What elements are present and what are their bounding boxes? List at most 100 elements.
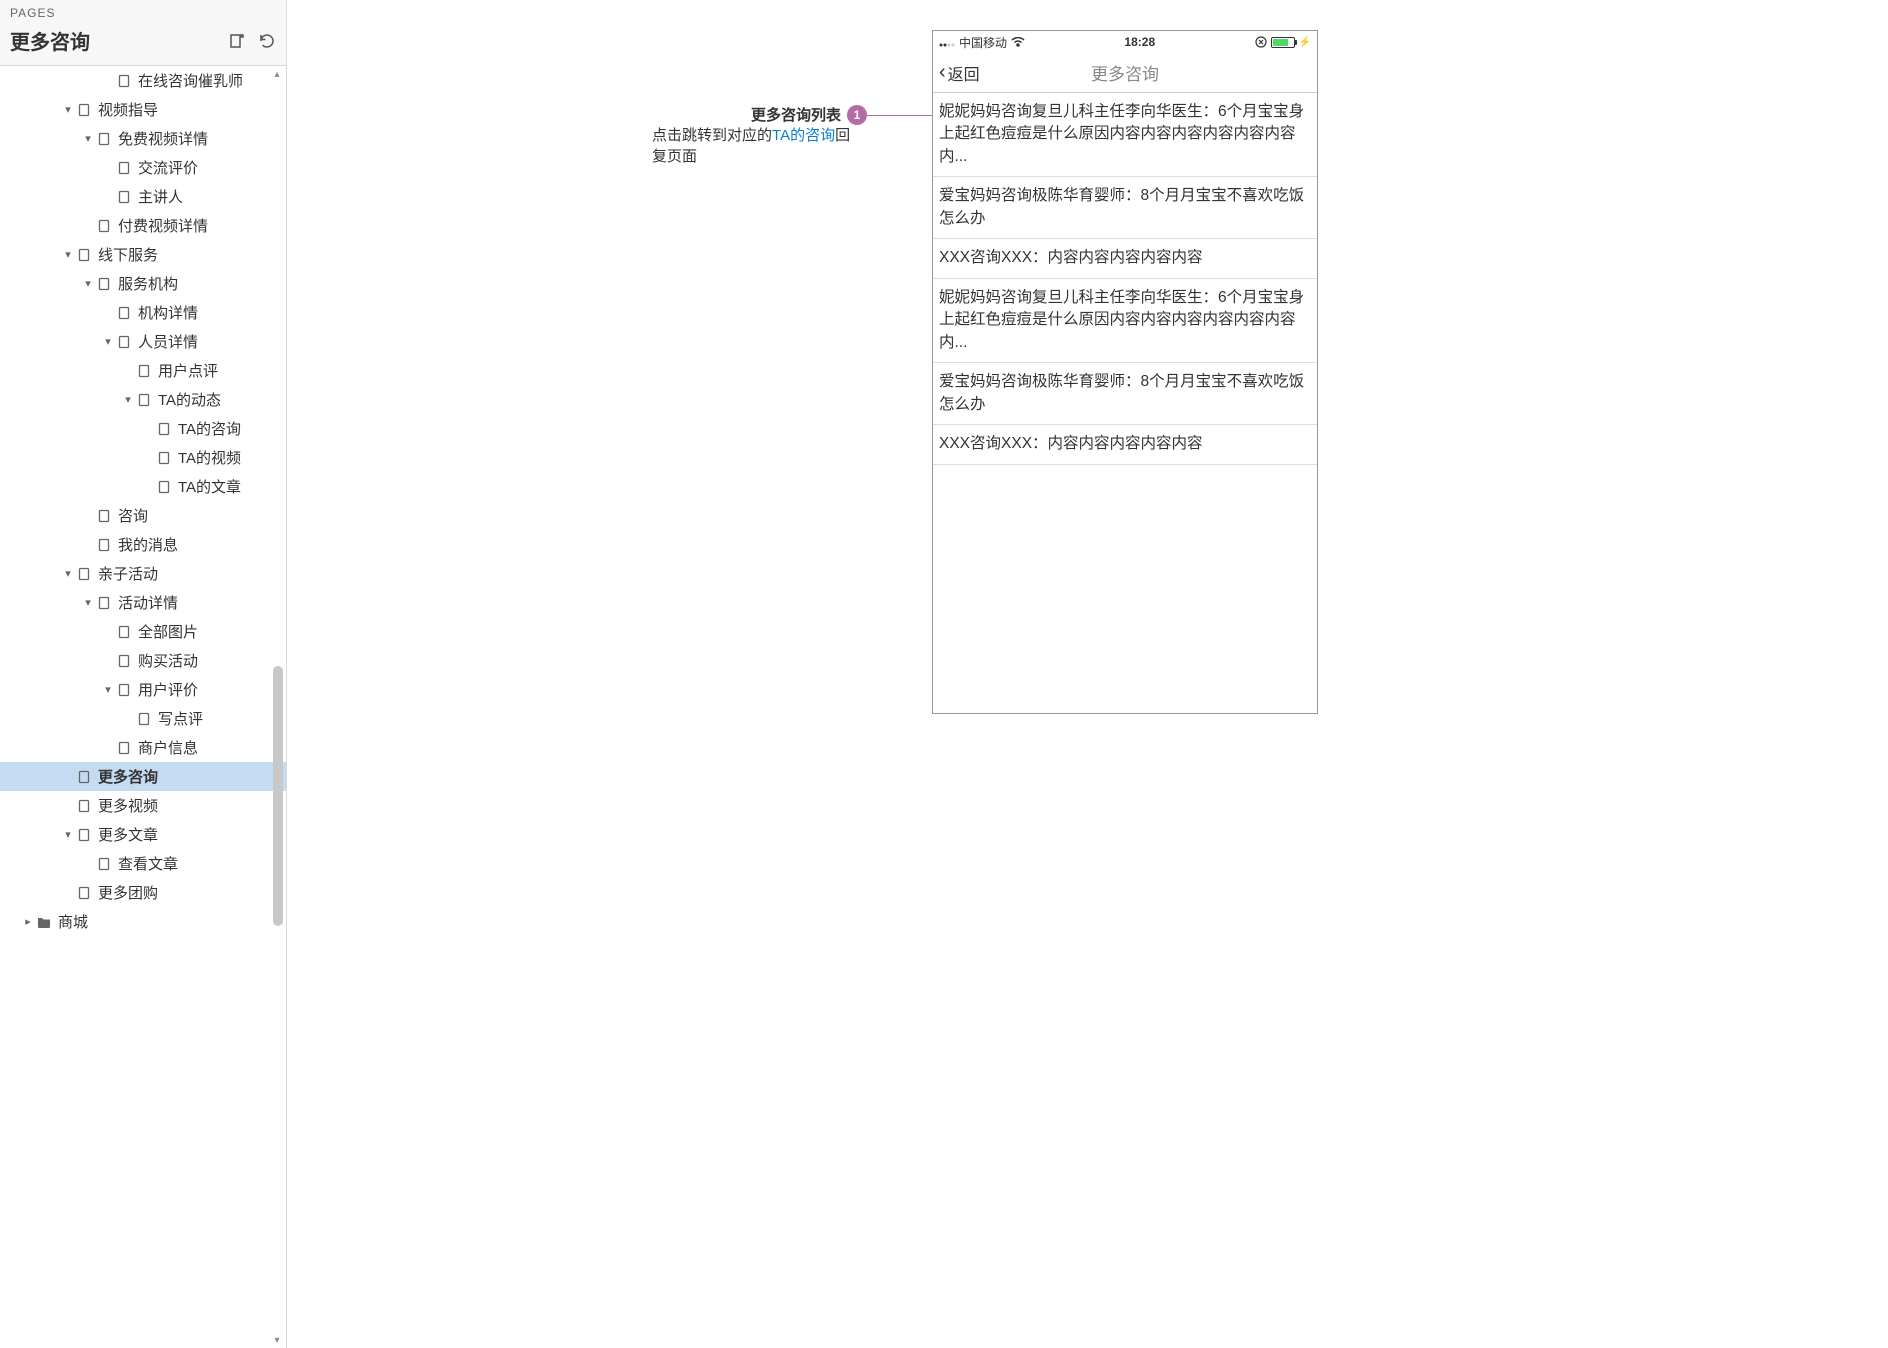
page-icon bbox=[116, 305, 132, 321]
back-button[interactable]: ‹ 返回 bbox=[939, 61, 980, 85]
tree-item[interactable]: ▾人员详情 bbox=[0, 327, 286, 356]
tree-item[interactable]: 全部图片 bbox=[0, 617, 286, 646]
tree-item[interactable]: 我的消息 bbox=[0, 530, 286, 559]
chevron-down-icon[interactable]: ▾ bbox=[100, 683, 116, 696]
export-icon[interactable] bbox=[228, 32, 246, 50]
consult-item[interactable]: XXX咨询XXX：内容内容内容内容内容 bbox=[933, 425, 1317, 464]
tree-item[interactable]: ▾ 服务机构 bbox=[0, 269, 286, 298]
refresh-icon[interactable] bbox=[258, 32, 276, 50]
annotation-marker: 1 bbox=[847, 105, 867, 125]
tree-item-label: TA的文章 bbox=[178, 476, 241, 497]
page-icon bbox=[96, 537, 112, 553]
canvas[interactable]: 更多咨询列表 1 点击跳转到对应的TA的咨询回复页面 中国移动 18 bbox=[287, 0, 1888, 1348]
page-icon bbox=[76, 769, 92, 785]
consult-item[interactable]: 爱宝妈妈咨询极陈华育婴师：8个月月宝宝不喜欢吃饭怎么办 bbox=[933, 363, 1317, 425]
scroll-up-icon[interactable]: ▴ bbox=[271, 68, 283, 80]
tree-item[interactable]: 更多团购 bbox=[0, 878, 286, 907]
tree-item[interactable]: 查看文章 bbox=[0, 849, 286, 878]
consult-item[interactable]: 妮妮妈妈咨询复旦儿科主任李向华医生：6个月宝宝身上起红色痘痘是什么原因内容内容内… bbox=[933, 93, 1317, 177]
page-icon bbox=[96, 218, 112, 234]
tree-item-label: 付费视频详情 bbox=[118, 215, 208, 236]
chevron-down-icon[interactable]: ▾ bbox=[80, 277, 96, 290]
tree-item[interactable]: ▾更多文章 bbox=[0, 820, 286, 849]
page-icon bbox=[116, 624, 132, 640]
chevron-down-icon[interactable]: ▾ bbox=[80, 132, 96, 145]
nav-title: 更多咨询 bbox=[933, 60, 1317, 85]
scrollbar-thumb[interactable] bbox=[273, 666, 283, 926]
consult-item[interactable]: XXX咨询XXX：内容内容内容内容内容 bbox=[933, 239, 1317, 278]
nav-bar: ‹ 返回 更多咨询 bbox=[933, 53, 1317, 93]
sidebar-title-row: 更多咨询 bbox=[0, 22, 286, 66]
page-icon bbox=[156, 421, 172, 437]
page-icon bbox=[136, 392, 152, 408]
chevron-down-icon[interactable]: ▾ bbox=[60, 248, 76, 261]
page-icon bbox=[116, 682, 132, 698]
tree-item[interactable]: 更多咨询 bbox=[0, 762, 286, 791]
page-icon bbox=[116, 740, 132, 756]
tree-item[interactable]: 主讲人 bbox=[0, 182, 286, 211]
tree-item[interactable]: ▾ TA的动态 bbox=[0, 385, 286, 414]
tree-item[interactable]: 付费视频详情 bbox=[0, 211, 286, 240]
status-bar: 中国移动 18:28 ⚡ bbox=[933, 31, 1317, 53]
tree-item[interactable]: 商户信息 bbox=[0, 733, 286, 762]
tree-item-label: 在线咨询催乳师 bbox=[138, 70, 243, 91]
annotation-link[interactable]: TA的咨询 bbox=[772, 127, 835, 144]
scroll-down-icon[interactable]: ▾ bbox=[271, 1334, 283, 1346]
tree-item[interactable]: ▾ 用户评价 bbox=[0, 675, 286, 704]
tree-item[interactable]: ▾视频指导 bbox=[0, 95, 286, 124]
tree-item[interactable]: 交流评价 bbox=[0, 153, 286, 182]
chevron-down-icon[interactable]: ▾ bbox=[60, 828, 76, 841]
tree-item[interactable]: 购买活动 bbox=[0, 646, 286, 675]
status-time: 18:28 bbox=[1124, 35, 1155, 49]
tree-item-label: 主讲人 bbox=[138, 186, 183, 207]
back-label: 返回 bbox=[948, 61, 980, 85]
tree-item[interactable]: ▾亲子活动 bbox=[0, 559, 286, 588]
annotation-block: 更多咨询列表 1 点击跳转到对应的TA的咨询回复页面 bbox=[652, 104, 867, 167]
page-icon bbox=[76, 827, 92, 843]
tree-item[interactable]: 机构详情 bbox=[0, 298, 286, 327]
tree-item-label: 咨询 bbox=[118, 505, 148, 526]
tree-item[interactable]: ▾ 线下服务 bbox=[0, 240, 286, 269]
consult-item[interactable]: 爱宝妈妈咨询极陈华育婴师：8个月月宝宝不喜欢吃饭怎么办 bbox=[933, 177, 1317, 239]
page-icon bbox=[96, 595, 112, 611]
carrier-label: 中国移动 bbox=[959, 34, 1007, 51]
page-icon bbox=[96, 508, 112, 524]
tree-item[interactable]: 在线咨询催乳师 bbox=[0, 66, 286, 95]
tree-item-label: 我的消息 bbox=[118, 534, 178, 555]
tree-scroll[interactable]: ▴ 在线咨询催乳师▾视频指导▾免费视频详情交流评价主讲人付费视频详情▾线下服务▾… bbox=[0, 66, 286, 1348]
page-icon bbox=[76, 102, 92, 118]
chevron-down-icon[interactable]: ▾ bbox=[120, 393, 136, 406]
consult-item[interactable]: 妮妮妈妈咨询复旦儿科主任李向华医生：6个月宝宝身上起红色痘痘是什么原因内容内容内… bbox=[933, 279, 1317, 363]
page-icon bbox=[76, 566, 92, 582]
tree-item-label: 服务机构 bbox=[118, 273, 178, 294]
tree-item[interactable]: TA的文章 bbox=[0, 472, 286, 501]
chevron-down-icon[interactable]: ▾ bbox=[60, 103, 76, 116]
chevron-down-icon[interactable]: ▾ bbox=[60, 567, 76, 580]
tree-item[interactable]: ▾ 活动详情 bbox=[0, 588, 286, 617]
tree-item[interactable]: 咨询 bbox=[0, 501, 286, 530]
signal-icon bbox=[939, 37, 955, 47]
tree-item-label: 更多团购 bbox=[98, 882, 158, 903]
page-icon bbox=[136, 711, 152, 727]
tree-item-label: TA的咨询 bbox=[178, 418, 241, 439]
tree-item[interactable]: TA的咨询 bbox=[0, 414, 286, 443]
tree-item-label: 更多视频 bbox=[98, 795, 158, 816]
chevron-right-icon[interactable]: ▸ bbox=[20, 915, 36, 928]
tree-item-label: 线下服务 bbox=[98, 244, 158, 265]
tree-item-label: 活动详情 bbox=[118, 592, 178, 613]
tree-item[interactable]: 用户点评 bbox=[0, 356, 286, 385]
chevron-down-icon[interactable]: ▾ bbox=[100, 335, 116, 348]
tree-item[interactable]: TA的视频 bbox=[0, 443, 286, 472]
page-tree: 在线咨询催乳师▾视频指导▾免费视频详情交流评价主讲人付费视频详情▾线下服务▾服务… bbox=[0, 66, 286, 936]
tree-item[interactable]: ▸商城 bbox=[0, 907, 286, 936]
chevron-down-icon[interactable]: ▾ bbox=[80, 596, 96, 609]
tree-item-label: 用户评价 bbox=[138, 679, 198, 700]
tree-item[interactable]: ▾免费视频详情 bbox=[0, 124, 286, 153]
tree-item[interactable]: 更多视频 bbox=[0, 791, 286, 820]
tree-item[interactable]: 写点评 bbox=[0, 704, 286, 733]
tree-item-label: 全部图片 bbox=[138, 621, 198, 642]
charging-icon: ⚡ bbox=[1299, 37, 1311, 48]
page-icon bbox=[96, 276, 112, 292]
tree-item-label: TA的动态 bbox=[158, 389, 221, 410]
annotation-connector bbox=[862, 115, 932, 116]
